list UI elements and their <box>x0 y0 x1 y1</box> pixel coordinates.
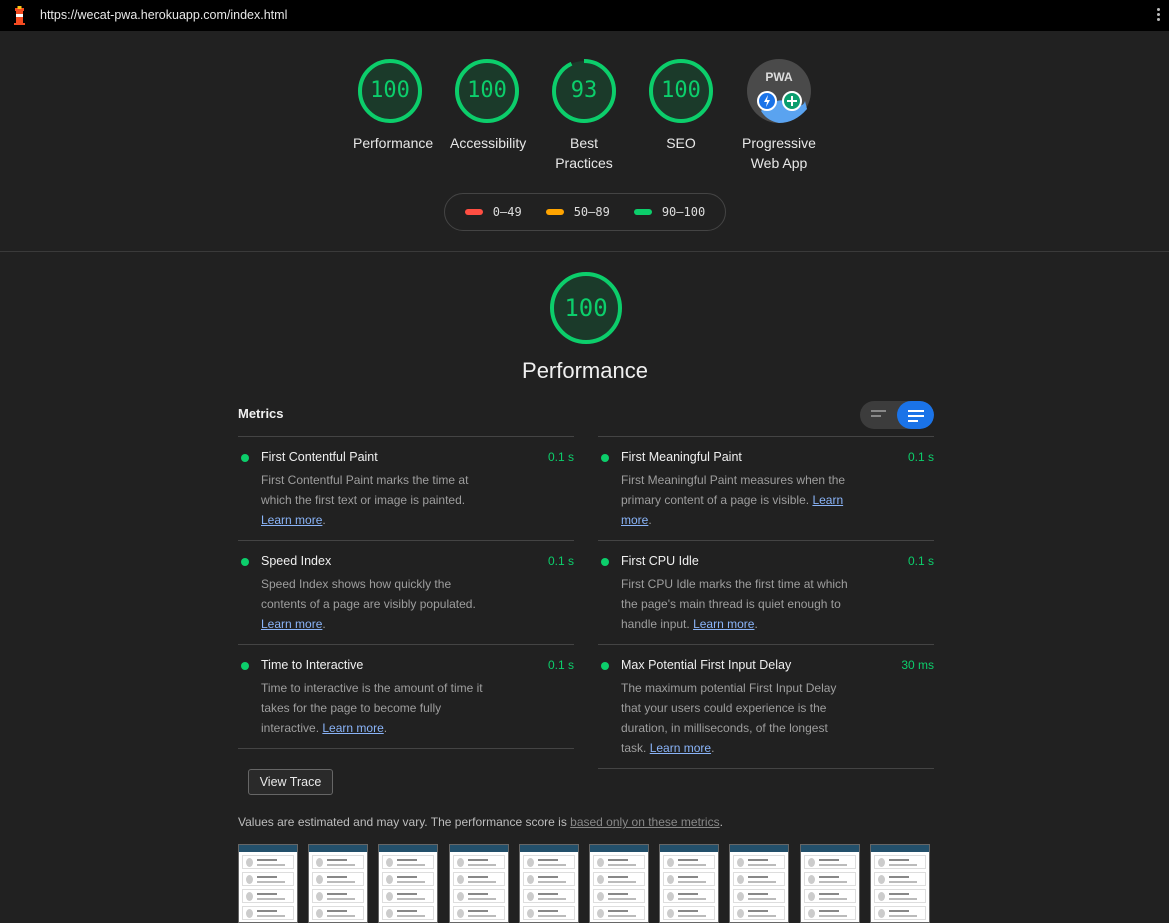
filmstrip-frame <box>448 844 509 923</box>
pass-indicator-icon <box>601 662 609 670</box>
score-legend: 0–49 50–89 90–100 <box>444 193 726 231</box>
filmstrip-frame <box>799 844 860 923</box>
performance-score: 100 <box>564 294 608 322</box>
metric-name: Speed Index <box>261 554 332 568</box>
note-text: Values are estimated and may vary. The p… <box>238 815 571 829</box>
filmstrip-frame <box>729 844 790 923</box>
metrics-left-column: First Contentful Paint 0.1 s First Content… <box>238 436 574 749</box>
metric-description-text: First Contentful Paint marks the time at… <box>261 473 469 507</box>
metrics-view-toggle[interactable] <box>860 401 934 429</box>
gauge-score: 100 <box>661 78 701 103</box>
note-end: . <box>719 815 723 829</box>
gauge-score: 100 <box>467 78 507 103</box>
pass-indicator-icon <box>241 662 249 670</box>
pwa-badge-icon: PWA <box>747 59 811 123</box>
filmstrip-frame <box>238 844 298 923</box>
gauge-score: 100 <box>370 78 410 103</box>
learn-more-link[interactable]: Learn more <box>261 513 322 527</box>
metric-first-meaningful-paint: First Meaningful Paint 0.1 s First Meaning… <box>598 436 934 540</box>
filmstrip <box>238 844 938 923</box>
metrics-right-column: First Meaningful Paint 0.1 s First Meaning… <box>598 436 934 769</box>
metric-name: First Contentful Paint <box>261 450 378 464</box>
metric-first-cpu-idle: First CPU Idle 0.1 s First CPU Idle marks … <box>598 540 934 644</box>
filmstrip-frame <box>378 844 439 923</box>
metrics-note: Values are estimated and may vary. The p… <box>238 815 723 829</box>
legend-pass-range: 90–100 <box>661 205 706 219</box>
legend-pass-swatch <box>633 209 652 215</box>
pass-indicator-icon <box>601 558 609 566</box>
filmstrip-frame <box>518 844 579 923</box>
metric-max-potential-first-input-delay: Max Potential First Input Delay 30 ms The … <box>598 644 934 769</box>
metric-description-text: Speed Index shows how quickly the conten… <box>261 577 476 611</box>
legend-fail-range: 0–49 <box>492 205 522 219</box>
learn-more-link[interactable]: Learn more <box>650 741 711 755</box>
metric-value: 0.1 s <box>547 450 574 464</box>
metric-description: First Contentful Paint marks the time at… <box>261 473 469 527</box>
note-link[interactable]: based only on these metrics <box>570 815 719 829</box>
metric-value: 0.1 s <box>907 450 934 464</box>
gauge-score: 93 <box>570 78 598 103</box>
section-divider <box>0 251 1169 252</box>
expanded-view-icon <box>908 410 924 425</box>
legend-fail: 0–49 <box>464 205 522 219</box>
expanded-view-button[interactable] <box>897 401 934 429</box>
metric-name: First Meaningful Paint <box>621 450 742 464</box>
view-trace-button[interactable]: View Trace <box>248 769 333 795</box>
browser-bar: https://wecat-pwa.herokuapp.com/index.ht… <box>0 0 1169 31</box>
legend-pass: 90–100 <box>633 205 706 219</box>
metric-description: First CPU Idle marks the first time at w… <box>621 577 848 631</box>
gauge-pwa[interactable]: PWA Progressive Web App <box>714 59 844 173</box>
metric-description: First Meaningful Paint measures when the… <box>621 473 846 527</box>
metric-value: 0.1 s <box>547 658 574 672</box>
metric-description: Time to interactive is the amount of tim… <box>261 681 483 735</box>
metric-name: Max Potential First Input Delay <box>621 658 792 672</box>
metric-name: Time to Interactive <box>261 658 364 672</box>
metric-value: 0.1 s <box>907 554 934 568</box>
page-url: https://wecat-pwa.herokuapp.com/index.ht… <box>40 8 288 22</box>
learn-more-link[interactable]: Learn more <box>322 721 383 735</box>
gauge-label: Progressive Web App <box>742 135 816 171</box>
filmstrip-frame <box>308 844 369 923</box>
lighthouse-logo-icon <box>14 6 25 25</box>
metric-value: 30 ms <box>901 658 934 672</box>
legend-fail-swatch <box>464 209 483 215</box>
metrics-heading: Metrics <box>238 406 284 421</box>
learn-more-link[interactable]: Learn more <box>693 617 754 631</box>
metric-first-contentful-paint: First Contentful Paint 0.1 s First Content… <box>238 436 574 540</box>
pass-indicator-icon <box>601 454 609 462</box>
metric-description: The maximum potential First Input Delay … <box>621 681 837 755</box>
compact-view-icon <box>871 410 886 420</box>
filmstrip-frame <box>589 844 649 923</box>
learn-more-link[interactable]: Learn more <box>261 617 322 631</box>
filmstrip-frame <box>869 844 930 923</box>
performance-gauge: 100 <box>550 272 622 344</box>
filmstrip-frame <box>659 844 720 923</box>
metric-value: 0.1 s <box>547 554 574 568</box>
metric-speed-index: Speed Index 0.1 s Speed Index shows how qu… <box>238 540 574 644</box>
legend-average-range: 50–89 <box>573 205 610 219</box>
compact-view-button[interactable] <box>860 401 897 429</box>
metric-description: Speed Index shows how quickly the conten… <box>261 577 476 631</box>
metric-time-to-interactive: Time to Interactive 0.1 s Time to interact… <box>238 644 574 749</box>
metric-name: First CPU Idle <box>621 554 699 568</box>
performance-title: Performance <box>522 358 648 383</box>
more-options-icon[interactable] <box>1155 8 1161 24</box>
legend-average-swatch <box>545 209 564 215</box>
svg-text:PWA: PWA <box>765 70 793 84</box>
pass-indicator-icon <box>241 558 249 566</box>
legend-average: 50–89 <box>545 205 610 219</box>
pass-indicator-icon <box>241 454 249 462</box>
